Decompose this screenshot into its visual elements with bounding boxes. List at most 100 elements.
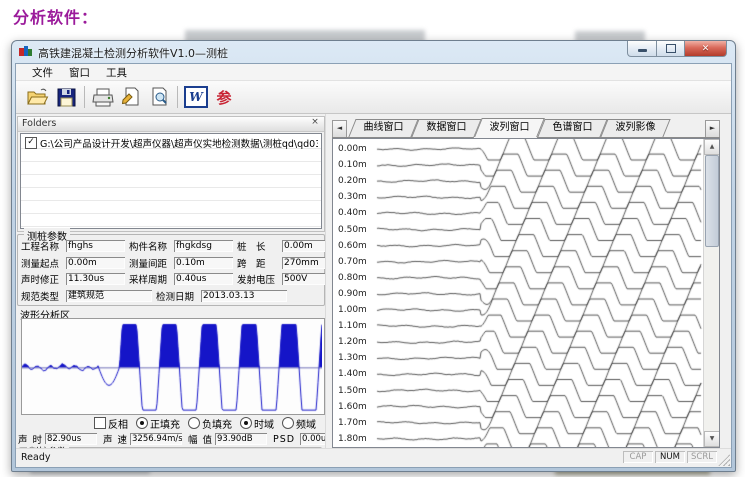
minimize-button[interactable] [627,41,657,57]
param-field[interactable]: 0.10m [174,257,233,269]
tab-5[interactable]: 波列影像 [600,118,671,137]
word-export-button[interactable]: W [182,84,210,110]
param-label: 测量起点 [21,256,66,270]
depth-label: 1.60m [338,402,367,412]
fill-radio-group: 正填充负填充 [136,416,240,431]
tab-3[interactable]: 波列窗口 [474,118,545,137]
folders-list[interactable]: ✓ G:\公司产品设计开发\超声仪器\超声仪实地检测数据\测桩qd\qd03\q… [20,133,322,229]
depth-label: 1.10m [338,321,367,331]
vertical-scrollbar[interactable]: ▲ ▼ [703,139,719,447]
folders-panel: Folders × ✓ G:\公司产品设计开发\超声仪器\超声仪实地检测数据\测… [17,116,325,232]
window-title: 高铁建混凝土检测分析软件V1.0—测桩 [38,45,228,61]
print-button[interactable] [89,84,117,110]
depth-label: 0.30m [338,192,367,202]
depth-label: 0.40m [338,208,367,218]
tab-label: 色谱窗口 [537,118,608,137]
maximize-button[interactable] [657,41,685,57]
folders-close-icon[interactable]: × [309,117,321,127]
scroll-up-icon[interactable]: ▲ [704,139,720,155]
app-window: 高铁建混凝土检测分析软件V1.0—测桩 ✕ 文件 窗口 工具 [11,40,736,472]
tab-label: 波列窗口 [474,118,545,137]
param-field[interactable]: fhgkdsg [174,240,233,252]
depth-label: 1.30m [338,353,367,363]
toolbar-separator [177,86,178,108]
depth-label: 1.00m [338,305,367,315]
param-field[interactable]: 2013.03.13 [201,290,287,302]
tab-scroll-right-icon[interactable]: ► [705,120,720,138]
depth-label: 0.70m [338,257,367,267]
status-indicator-cap: CAP [623,451,653,463]
invert-label: 反相 [108,416,128,431]
status-indicator-scrl: SCRL [687,451,717,463]
domain-radio[interactable] [282,417,294,429]
print-preview-button[interactable] [145,84,173,110]
readout-label: PSD [273,434,300,445]
param-field[interactable]: 11.30us [66,273,125,285]
param-label: 工程名称 [21,239,66,253]
domain-radio-group: 时域频域 [240,416,324,431]
param-label: 测量间距 [129,256,174,270]
depth-label: 0.80m [338,273,367,283]
param-label: 跨 距 [237,256,282,270]
page-stamp-icon [121,87,141,107]
title-bar[interactable]: 高铁建混凝土检测分析软件V1.0—测桩 ✕ [12,41,735,63]
pile-params-group: 测桩参数 工程名称fhghs构件名称fhgkdsg桩 长0.00m测量起点0.0… [17,234,325,306]
tab-4[interactable]: 色谱窗口 [537,118,608,137]
menu-tools[interactable]: 工具 [98,64,135,81]
depth-label: 0.60m [338,241,367,251]
folder-item[interactable]: ✓ G:\公司产品设计开发\超声仪器\超声仪实地检测数据\测桩qd\qd03\q… [25,136,318,150]
list-gridline [21,200,321,201]
status-indicator-num: NUM [655,451,685,463]
depth-label: 0.20m [338,176,367,186]
wave-train-panel[interactable]: 0.00m0.10m0.20m0.30m0.40m0.50m0.60m0.70m… [332,138,720,448]
depth-label: 1.50m [338,386,367,396]
list-gridline [21,226,321,227]
word-icon: W [184,86,208,108]
tab-1[interactable]: 曲线窗口 [348,118,419,137]
save-button[interactable] [52,84,80,110]
print-preview-icon [150,87,169,107]
open-button[interactable] [24,84,52,110]
list-gridline [21,187,321,188]
fill-radio[interactable] [188,417,200,429]
folder-checkbox[interactable]: ✓ [25,137,37,149]
param-label: 检测日期 [156,289,201,303]
invert-checkbox[interactable] [94,417,106,429]
param-field[interactable]: fhghs [66,240,125,252]
domain-radio[interactable] [240,417,252,429]
menu-bar: 文件 窗口 工具 [16,64,731,81]
window-client-area: 文件 窗口 工具 [15,63,732,468]
status-message: Ready [21,452,51,463]
tabs: 曲线窗口数据窗口波列窗口色谱窗口波列影像 [348,118,663,138]
close-icon: ✕ [702,44,710,54]
param-field[interactable]: 0.40us [174,273,233,285]
param-field[interactable]: 建筑规范 [66,290,152,302]
depth-label: 1.20m [338,337,367,347]
printer-icon [92,88,114,107]
tab-2[interactable]: 数据窗口 [411,118,482,137]
parameter-button[interactable]: 参 [210,84,238,110]
fill-label: 负填充 [202,416,232,431]
param-field[interactable]: 0.00m [66,257,125,269]
depth-label: 1.70m [338,418,367,428]
waveform-analysis-box[interactable] [21,318,325,415]
app-icon [19,45,33,59]
menu-window[interactable]: 窗口 [61,64,98,81]
tab-label: 波列影像 [600,118,671,137]
scrollbar-thumb[interactable] [705,155,719,247]
depth-label: 0.00m [338,144,367,154]
depth-label: 0.90m [338,289,367,299]
open-folder-icon [27,88,49,106]
close-button[interactable]: ✕ [685,41,727,57]
screenshot-stage: 分析软件： 高铁建混凝土检测分析软件V1.0—测桩 ✕ 文件 窗口 工具 [0,0,745,477]
tab-label: 数据窗口 [411,118,482,137]
tab-label: 曲线窗口 [348,118,419,137]
scroll-down-icon[interactable]: ▼ [704,431,720,447]
tab-scroll-left-icon[interactable]: ◄ [332,120,347,138]
depth-label: 0.50m [338,225,367,235]
print-setup-button[interactable] [117,84,145,110]
menu-file[interactable]: 文件 [24,64,61,81]
resize-grip[interactable] [718,454,730,466]
fill-radio[interactable] [136,417,148,429]
list-gridline [21,174,321,175]
